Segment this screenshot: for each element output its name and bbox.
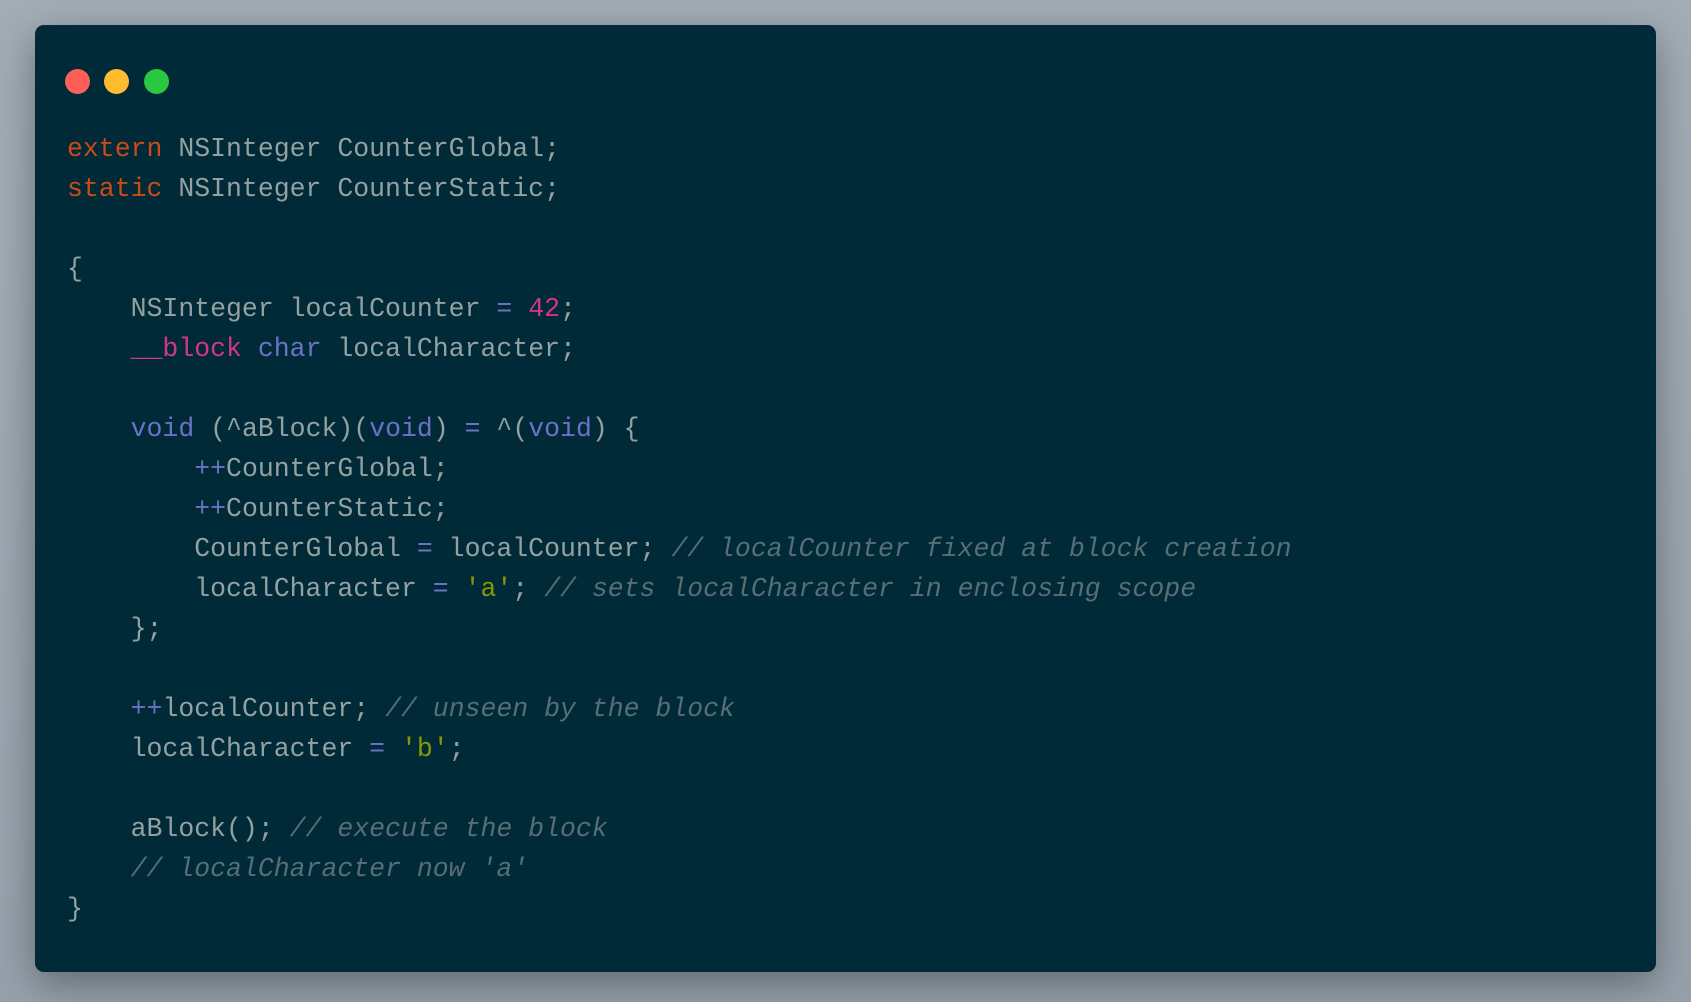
- code-text: localCounter;: [432, 534, 672, 564]
- code-window: extern NSInteger CounterGlobal; static NS…: [35, 25, 1656, 972]
- code-text: ;: [448, 734, 465, 764]
- keyword-violet: =: [432, 574, 449, 604]
- keyword-violet: void: [528, 414, 592, 444]
- code-line: ​: [67, 209, 1292, 249]
- code-line: localCharacter = 'b';: [67, 729, 1292, 769]
- comment: // localCharacter now 'a': [130, 854, 529, 884]
- keyword-violet: ++: [130, 694, 163, 724]
- code-text: ^(: [480, 414, 529, 444]
- code-line: static NSInteger CounterStatic;: [67, 169, 1292, 209]
- code-text: }: [67, 894, 83, 924]
- code-line: }: [67, 889, 1292, 929]
- keyword-magenta: 42: [528, 294, 560, 324]
- keyword-violet: =: [369, 734, 386, 764]
- keyword-violet: ++: [194, 494, 227, 524]
- keyword-violet: =: [416, 534, 433, 564]
- code-text: ): [432, 414, 465, 444]
- code-text: aBlock();: [67, 814, 290, 844]
- code-line: __block char localCharacter;: [67, 329, 1292, 369]
- code-line: ++CounterStatic;: [67, 489, 1292, 529]
- code-text: {: [67, 254, 83, 284]
- comment: // sets localCharacter in enclosing scop…: [544, 574, 1197, 604]
- comment: // unseen by the block: [385, 694, 735, 724]
- comment: // localCounter fixed at block creation: [671, 534, 1292, 564]
- close-button[interactable]: [65, 69, 90, 94]
- code-text: NSInteger localCounter: [67, 294, 497, 324]
- keyword-violet: void: [369, 414, 433, 444]
- code-text: ;: [512, 574, 545, 604]
- code-text: localCharacter: [67, 574, 433, 604]
- code-text: NSInteger CounterGlobal;: [162, 134, 560, 164]
- code-text: CounterStatic;: [226, 494, 449, 524]
- code-text: CounterGlobal: [67, 534, 417, 564]
- code-text: ;: [560, 294, 576, 324]
- keyword-magenta: __block: [130, 334, 242, 364]
- comment: // execute the block: [289, 814, 608, 844]
- minimize-button[interactable]: [104, 69, 129, 94]
- zoom-button[interactable]: [144, 69, 169, 94]
- code-line: // localCharacter now 'a': [67, 849, 1292, 889]
- code-text: localCharacter: [67, 734, 370, 764]
- code-text: localCounter;: [162, 694, 386, 724]
- keyword-violet: void: [130, 414, 195, 444]
- code-line: ​: [67, 649, 1292, 689]
- code-line: CounterGlobal = localCounter; // localCo…: [67, 529, 1292, 569]
- string-literal: 'b': [400, 734, 449, 764]
- code-line: };: [67, 609, 1292, 649]
- code-line: ​: [67, 369, 1292, 409]
- keyword: extern: [67, 134, 163, 164]
- code-line: localCharacter = 'a'; // sets localChara…: [67, 569, 1292, 609]
- code-text: NSInteger CounterStatic;: [162, 174, 560, 204]
- keyword-violet: char: [257, 334, 322, 364]
- code-line: void (^aBlock)(void) = ^(void) {: [67, 409, 1292, 449]
- code-line: NSInteger localCounter = 42;: [67, 289, 1292, 329]
- code-text: (^aBlock)(: [194, 414, 370, 444]
- code-block: extern NSInteger CounterGlobal; static NS…: [67, 129, 1292, 929]
- keyword-violet: =: [496, 294, 513, 324]
- code-line: aBlock(); // execute the block: [67, 809, 1292, 849]
- keyword: static: [67, 174, 163, 204]
- code-line: extern NSInteger CounterGlobal;: [67, 129, 1292, 169]
- string-literal: 'a': [464, 574, 513, 604]
- code-text: CounterGlobal;: [226, 454, 449, 484]
- code-text: localCharacter;: [321, 334, 576, 364]
- keyword-violet: =: [464, 414, 481, 444]
- code-text: ) {: [591, 414, 640, 444]
- code-line: ++CounterGlobal;: [67, 449, 1292, 489]
- code-line: ++localCounter; // unseen by the block: [67, 689, 1292, 729]
- code-line: ​: [67, 769, 1292, 809]
- code-line: {: [67, 249, 1292, 289]
- keyword-violet: ++: [194, 454, 227, 484]
- code-text: };: [67, 614, 163, 644]
